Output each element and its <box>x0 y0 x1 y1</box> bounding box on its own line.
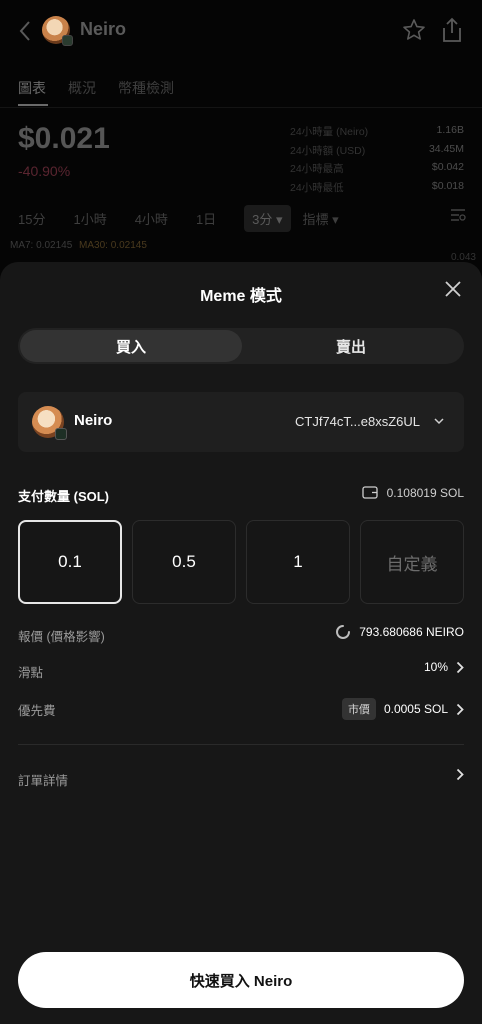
stat-value: $0.018 <box>431 179 464 192</box>
interval-4h[interactable]: 4小時 <box>135 209 168 228</box>
interval-1h[interactable]: 1小時 <box>73 209 106 228</box>
order-details-row[interactable]: 訂單詳情 <box>18 768 464 788</box>
token-avatar <box>32 406 67 440</box>
stat-row: 24小時最低 $0.018 <box>290 180 464 199</box>
chart-settings-icon[interactable] <box>450 208 466 222</box>
back-arrow-icon[interactable] <box>18 20 32 42</box>
chevron-right-icon[interactable] <box>456 703 464 716</box>
priority-fee-value: 0.0005 SOL <box>383 702 448 716</box>
loading-spinner-icon <box>336 625 351 639</box>
amount-option-0.5[interactable]: 0.5 <box>132 520 236 604</box>
buy-tab[interactable]: 買入 <box>20 330 242 362</box>
favorite-star-icon[interactable] <box>402 18 426 42</box>
priority-fee-label: 優先費 <box>18 704 56 718</box>
priority-fee-value-group: 市價 0.0005 SOL <box>341 698 464 720</box>
quick-buy-button[interactable]: 快速買入 Neiro <box>18 952 464 1008</box>
quote-value-group: 793.680686 NEIRO <box>335 624 464 640</box>
divider <box>0 107 482 108</box>
tab-chart[interactable]: 圖表 <box>18 78 46 98</box>
moving-average-legend: MA7: 0.02145 MA30: 0.02145 <box>10 240 147 251</box>
stat-row: 24小時量 (Neiro) 1.16B <box>290 124 464 143</box>
quote-label: 報價 (價格影響) <box>18 630 105 644</box>
order-details-chevron <box>456 768 464 781</box>
slippage-value: 10% <box>423 660 448 674</box>
token-avatar <box>42 16 73 46</box>
amount-option-0.1[interactable]: 0.1 <box>18 520 122 604</box>
ma7-value: MA7: 0.02145 <box>10 240 73 251</box>
token-selector[interactable]: Neiro CTJf74cT...e8xsZ6UL <box>18 392 464 452</box>
indicator-dropdown[interactable]: 指標 ▾ <box>303 209 339 228</box>
stat-label: 24小時最低 <box>290 181 344 194</box>
share-icon[interactable] <box>440 17 464 43</box>
current-price: $0.021 <box>18 122 110 155</box>
page-tabs: 圖表 概況 幣種檢測 <box>18 78 174 98</box>
chain-badge-icon <box>55 428 67 440</box>
stat-label: 24小時最高 <box>290 163 344 175</box>
meme-mode-sheet: Meme 模式 買入 賣出 Neiro CTJf74cT...e8xsZ6UL … <box>0 262 482 1024</box>
wallet-balance: 0.108019 SOL <box>386 486 464 500</box>
priority-fee-row[interactable]: 優先費 市價 0.0005 SOL <box>18 698 464 720</box>
order-details-label: 訂單詳情 <box>18 774 69 788</box>
close-icon[interactable] <box>444 280 462 298</box>
stat-value: $0.042 <box>431 161 464 173</box>
token-contract-address: CTJf74cT...e8xsZ6UL <box>295 414 420 429</box>
slippage-value-group: 10% <box>424 660 464 674</box>
divider <box>18 744 464 745</box>
slippage-label: 滑點 <box>18 666 44 680</box>
sell-tab[interactable]: 賣出 <box>240 328 462 364</box>
priority-mode-badge: 市價 <box>341 698 376 720</box>
slippage-row[interactable]: 滑點 10% <box>18 660 464 680</box>
quote-row: 報價 (價格影響) 793.680686 NEIRO <box>18 624 464 644</box>
interval-1d[interactable]: 1日 <box>196 209 216 228</box>
amount-option-1[interactable]: 1 <box>246 520 350 604</box>
stat-row: 24小時最高 $0.042 <box>290 161 464 180</box>
chevron-right-icon[interactable] <box>456 661 464 674</box>
price-change: -40.90% <box>18 163 71 179</box>
wallet-icon <box>362 486 378 499</box>
stat-label: 24小時量 (Neiro) <box>290 126 369 138</box>
chevron-down-icon[interactable] <box>434 418 444 425</box>
token-name: Neiro <box>74 412 113 429</box>
quote-value: 793.680686 NEIRO <box>359 625 464 639</box>
ma30-value: MA30: 0.02145 <box>79 240 147 251</box>
amount-option-custom[interactable]: 自定義 <box>360 520 464 604</box>
market-stats: 24小時量 (Neiro) 1.16B 24小時額 (USD) 34.45M 2… <box>290 124 464 198</box>
stat-row: 24小時額 (USD) 34.45M <box>290 143 464 162</box>
chain-badge-icon <box>62 35 73 46</box>
sheet-title: Meme 模式 <box>200 288 282 305</box>
interval-selected-dropdown[interactable]: 3分 ▾ <box>244 205 291 232</box>
token-detail-page-background: Neiro 圖表 概況 幣種檢測 $0.021 -40.90% 24小時量 (N… <box>0 0 482 290</box>
buy-sell-toggle: 買入 賣出 <box>18 328 464 364</box>
active-tab-indicator <box>18 104 48 106</box>
stat-value: 1.16B <box>436 124 464 136</box>
amount-presets: 0.1 0.5 1 自定義 <box>18 520 464 604</box>
tab-overview[interactable]: 概況 <box>68 78 96 98</box>
stat-label: 24小時額 (USD) <box>290 144 366 157</box>
pay-amount-label: 支付數量 (SOL) <box>18 489 109 504</box>
tab-token-check[interactable]: 幣種檢測 <box>118 78 174 98</box>
interval-selector: 15分 1小時 4小時 1日 3分 ▾ 指標 ▾ <box>18 205 367 232</box>
page-title: Neiro <box>80 19 127 39</box>
stat-value: 34.45M <box>428 142 464 155</box>
chevron-right-icon[interactable] <box>456 768 464 781</box>
interval-15m[interactable]: 15分 <box>18 209 45 228</box>
top-bar: Neiro <box>0 10 482 54</box>
